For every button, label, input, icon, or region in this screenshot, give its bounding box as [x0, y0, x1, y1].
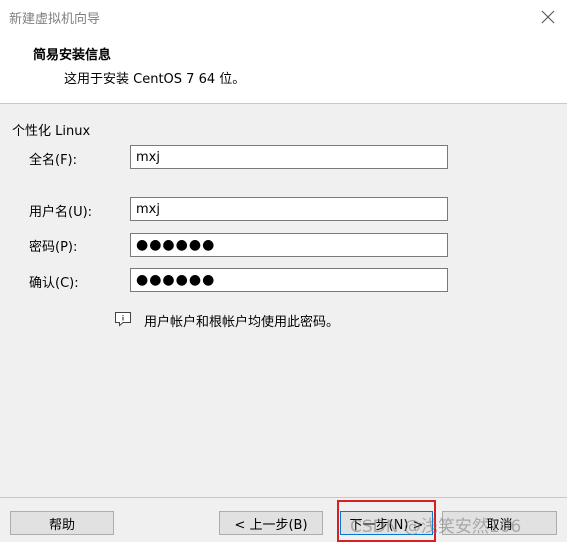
confirm-password-input[interactable] [130, 268, 448, 292]
confirm-label: 确认(C): [29, 276, 79, 291]
header-title: 简易安装信息 [33, 48, 112, 63]
help-button[interactable]: 帮助 [10, 511, 114, 535]
footer-divider [0, 497, 567, 498]
next-button[interactable]: 下一步(N) > [340, 511, 433, 535]
header-subtitle: 这用于安装 CentOS 7 64 位。 [64, 72, 246, 87]
wizard-header: 简易安装信息 这用于安装 CentOS 7 64 位。 [0, 33, 567, 104]
username-input[interactable] [130, 197, 448, 221]
window-title: 新建虚拟机向导 [9, 12, 101, 27]
group-title: 个性化 Linux [12, 124, 91, 139]
fullname-label: 全名(F): [29, 153, 78, 168]
close-button[interactable] [528, 0, 567, 33]
close-icon [541, 10, 554, 23]
password-note: 用户帐户和根帐户均使用此密码。 [144, 315, 340, 330]
cancel-button[interactable]: 取消 [442, 511, 557, 535]
title-bar: 新建虚拟机向导 [0, 0, 567, 33]
password-label: 密码(P): [29, 240, 78, 255]
password-input[interactable] [130, 233, 448, 257]
info-note-icon [115, 312, 131, 327]
fullname-input[interactable] [130, 145, 448, 169]
username-label: 用户名(U): [29, 205, 93, 220]
back-button[interactable]: < 上一步(B) [219, 511, 323, 535]
